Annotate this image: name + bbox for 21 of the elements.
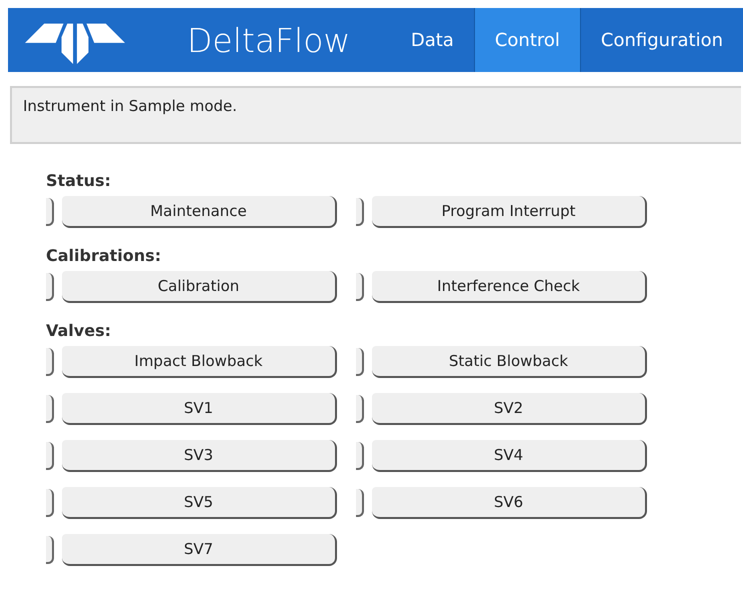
nav-tab[interactable]: Control bbox=[474, 8, 581, 72]
control-button[interactable]: Program Interrupt bbox=[372, 196, 647, 228]
section-label: Status: bbox=[46, 170, 112, 192]
control-button[interactable]: SV6 bbox=[372, 487, 647, 519]
section-label: Valves: bbox=[46, 320, 112, 342]
control-button[interactable]: Maintenance bbox=[62, 196, 337, 228]
control-button[interactable]: SV2 bbox=[372, 393, 647, 425]
control-button[interactable]: SV1 bbox=[62, 393, 337, 425]
control-button[interactable]: Impact Blowback bbox=[62, 346, 337, 378]
control-button[interactable]: SV5 bbox=[62, 487, 337, 519]
section-label: Calibrations: bbox=[46, 244, 162, 266]
app-title: DeltaFlow bbox=[187, 20, 352, 60]
control-button[interactable]: SV4 bbox=[372, 440, 647, 472]
nav-tab[interactable]: Configuration bbox=[580, 8, 743, 72]
control-button[interactable]: Static Blowback bbox=[372, 346, 647, 378]
control-button[interactable]: SV7 bbox=[62, 534, 337, 566]
control-button[interactable]: Interference Check bbox=[372, 271, 647, 303]
nav-tab[interactable]: Data bbox=[390, 8, 474, 72]
control-button[interactable]: SV3 bbox=[62, 440, 337, 472]
control-button[interactable]: Calibration bbox=[62, 271, 337, 303]
status-message: Instrument in Sample mode. bbox=[10, 86, 741, 144]
